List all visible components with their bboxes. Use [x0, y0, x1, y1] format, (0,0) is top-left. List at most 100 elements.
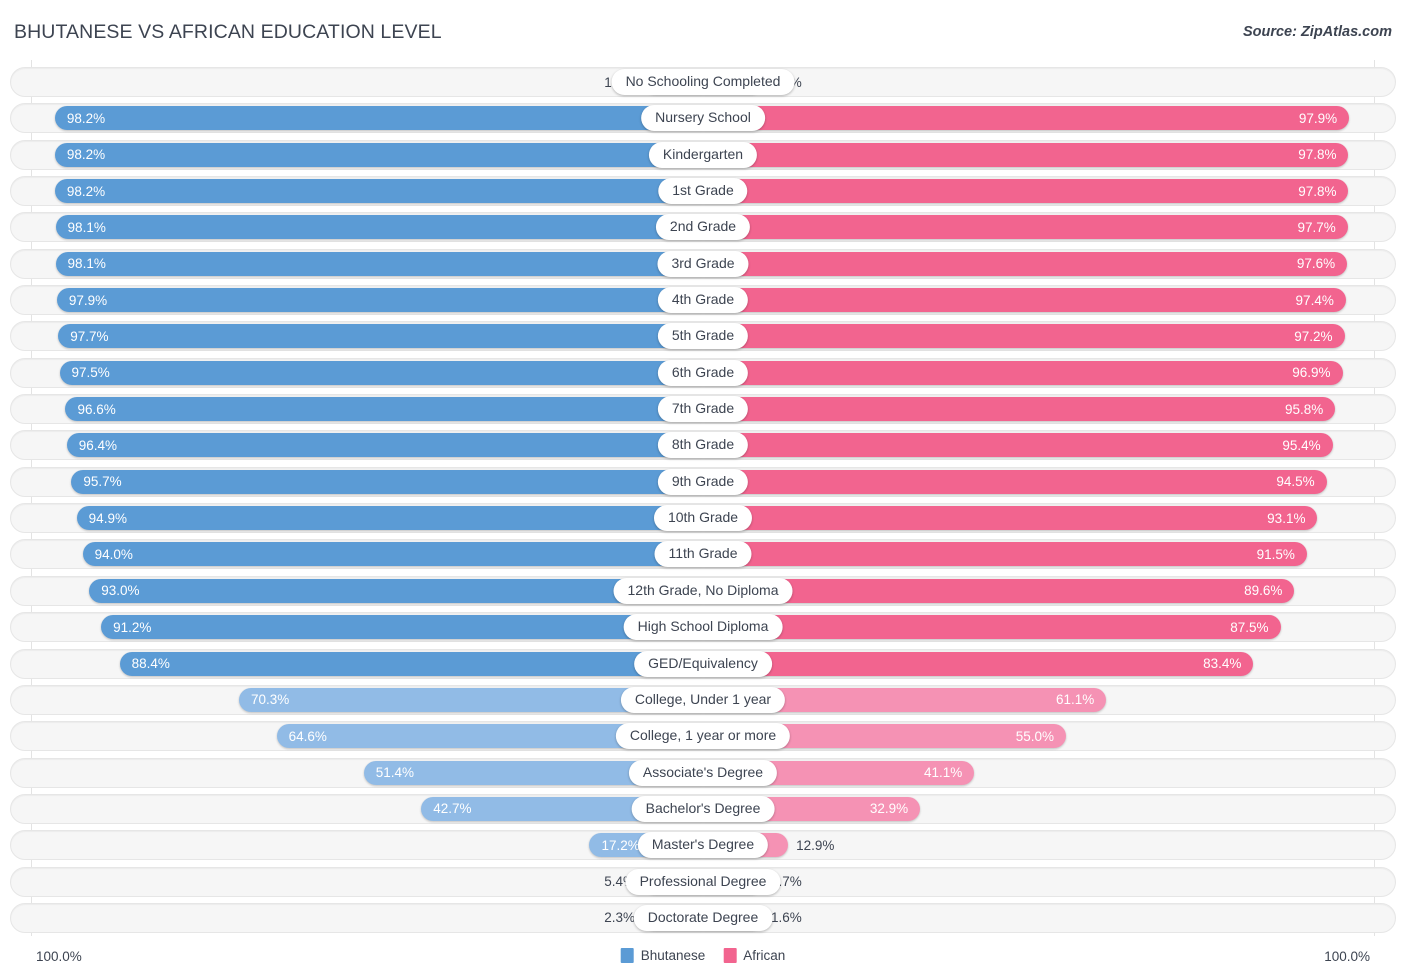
- value-label-bhutanese: 42.7%: [433, 801, 472, 817]
- chart-row: 96.4% 95.4% 8th Grade: [0, 427, 1406, 463]
- value-label-african: 97.6%: [1296, 256, 1336, 272]
- chart-row: 70.3% 61.1% College, Under 1 year: [0, 682, 1406, 718]
- bar-african[interactable]: 87.5%: [703, 615, 1281, 640]
- chart-row: 98.2% 97.9% Nursery School: [0, 100, 1406, 136]
- chart-row: 93.0% 89.6% 12th Grade, No Diploma: [0, 573, 1406, 609]
- bar-bhutanese[interactable]: 98.2%: [54, 106, 703, 131]
- page-title: BHUTANESE VS AFRICAN EDUCATION LEVEL: [14, 21, 442, 43]
- bar-bhutanese[interactable]: 98.2%: [54, 142, 703, 167]
- value-label-african: 87.5%: [1230, 619, 1269, 635]
- bar-african[interactable]: 91.5%: [703, 542, 1307, 567]
- bar-african[interactable]: 97.6%: [703, 251, 1348, 276]
- chart-row: 42.7% 32.9% Bachelor's Degree: [0, 791, 1406, 827]
- bar-bhutanese[interactable]: 98.2%: [54, 179, 703, 204]
- chart-row: 97.7% 97.2% 5th Grade: [0, 318, 1406, 354]
- category-label: Associate's Degree: [628, 759, 778, 786]
- chart-row: 2.3% 1.6% Doctorate Degree: [0, 900, 1406, 936]
- bar-bhutanese[interactable]: 93.0%: [89, 578, 703, 603]
- category-label: 1st Grade: [658, 178, 748, 205]
- value-label-bhutanese: 17.2%: [601, 837, 640, 853]
- bar-african[interactable]: 93.1%: [703, 506, 1318, 531]
- bar-group-african: 87.5%: [703, 615, 1281, 640]
- value-label-african: 41.1%: [923, 765, 963, 781]
- value-label-african: 97.8%: [1298, 183, 1337, 199]
- bar-bhutanese[interactable]: 97.9%: [56, 288, 703, 313]
- chart-footer: 100.0% Bhutanese African 100.0%: [0, 939, 1406, 975]
- bar-group-bhutanese: 97.7%: [58, 324, 703, 349]
- bar-group-bhutanese: 98.1%: [55, 215, 703, 240]
- bar-group-bhutanese: 98.2%: [54, 179, 703, 204]
- value-label-bhutanese: 94.0%: [94, 546, 133, 562]
- bar-bhutanese[interactable]: 97.5%: [59, 360, 703, 385]
- bar-african[interactable]: 97.4%: [703, 288, 1346, 313]
- bar-african[interactable]: 97.8%: [703, 142, 1349, 167]
- chart-row: 95.7% 94.5% 9th Grade: [0, 464, 1406, 500]
- category-label: 4th Grade: [657, 287, 749, 314]
- category-label: College, Under 1 year: [620, 686, 786, 713]
- category-label: 12th Grade, No Diploma: [613, 577, 793, 604]
- bar-group-african: 95.4%: [703, 433, 1333, 458]
- legend-swatch-bhutanese: [620, 948, 634, 963]
- value-label-african: 55.0%: [1015, 728, 1054, 744]
- legend-item[interactable]: African: [723, 948, 785, 963]
- bar-group-bhutanese: 88.4%: [119, 651, 703, 676]
- value-label-african: 61.1%: [1055, 692, 1095, 708]
- bar-bhutanese[interactable]: 97.7%: [58, 324, 703, 349]
- value-label-african: 97.7%: [1297, 219, 1336, 235]
- bar-bhutanese[interactable]: 96.6%: [65, 397, 703, 422]
- bar-african[interactable]: 95.4%: [703, 433, 1333, 458]
- chart-row: 94.0% 91.5% 11th Grade: [0, 536, 1406, 572]
- chart-row: 64.6% 55.0% College, 1 year or more: [0, 718, 1406, 754]
- bar-african[interactable]: 95.8%: [703, 397, 1336, 422]
- category-label: Professional Degree: [625, 868, 781, 895]
- chart-rows: 1.8%2.2%No Schooling Completed 98.2% 97.9%…: [0, 64, 1406, 936]
- bar-african[interactable]: 94.5%: [703, 469, 1327, 494]
- bar-bhutanese[interactable]: 95.7%: [71, 469, 703, 494]
- legend-item[interactable]: Bhutanese: [620, 948, 706, 963]
- value-label-african: 95.4%: [1282, 437, 1321, 453]
- bar-bhutanese[interactable]: 96.4%: [66, 433, 703, 458]
- bar-african[interactable]: 97.7%: [703, 215, 1348, 240]
- value-label-african: 97.2%: [1294, 328, 1333, 344]
- bar-group-african: 97.2%: [703, 324, 1345, 349]
- bar-bhutanese[interactable]: 98.1%: [55, 215, 703, 240]
- chart-row: 98.1% 97.6% 3rd Grade: [0, 246, 1406, 282]
- bar-african[interactable]: 83.4%: [703, 651, 1254, 676]
- bar-african[interactable]: 96.9%: [703, 360, 1343, 385]
- bar-group-african: 96.9%: [703, 360, 1343, 385]
- bar-group-bhutanese: 94.0%: [82, 542, 703, 567]
- chart-row: 98.1% 97.7% 2nd Grade: [0, 209, 1406, 245]
- value-label-bhutanese: 94.9%: [88, 510, 127, 526]
- bar-group-bhutanese: 95.7%: [71, 469, 703, 494]
- chart-row: 51.4% 41.1% Associate's Degree: [0, 755, 1406, 791]
- bar-african[interactable]: 97.9%: [703, 106, 1350, 131]
- chart-row: 98.2% 97.8% 1st Grade: [0, 173, 1406, 209]
- bar-group-african: 97.9%: [703, 106, 1350, 131]
- bar-group-bhutanese: 98.1%: [55, 251, 703, 276]
- legend-label: Bhutanese: [640, 948, 706, 963]
- value-label-bhutanese: 97.5%: [71, 365, 110, 381]
- chart-legend: Bhutanese African: [620, 948, 785, 963]
- bar-bhutanese[interactable]: 98.1%: [55, 251, 703, 276]
- bar-bhutanese[interactable]: 94.0%: [82, 542, 703, 567]
- value-label-african: 83.4%: [1203, 656, 1242, 671]
- chart-row: 97.9% 97.4% 4th Grade: [0, 282, 1406, 318]
- bar-bhutanese[interactable]: 91.2%: [101, 615, 703, 640]
- bar-bhutanese[interactable]: 94.9%: [76, 506, 703, 531]
- category-label: Nursery School: [641, 105, 765, 132]
- bar-group-african: 93.1%: [703, 506, 1318, 531]
- category-label: Doctorate Degree: [633, 904, 773, 931]
- bar-group-african: 97.7%: [703, 215, 1348, 240]
- bar-african[interactable]: 97.8%: [703, 179, 1349, 204]
- axis-label-right: 100.0%: [1324, 949, 1370, 964]
- axis-label-left: 100.0%: [36, 949, 82, 964]
- chart-row: 1.8%2.2%No Schooling Completed: [0, 64, 1406, 100]
- bar-group-african: 97.8%: [703, 179, 1349, 204]
- category-label: GED/Equivalency: [634, 650, 772, 677]
- chart-row: 98.2% 97.8% Kindergarten: [0, 137, 1406, 173]
- bar-african[interactable]: 97.2%: [703, 324, 1345, 349]
- category-label: 3rd Grade: [657, 250, 749, 277]
- value-label-african: 97.8%: [1298, 147, 1337, 163]
- bar-bhutanese[interactable]: 88.4%: [119, 651, 703, 676]
- value-label-bhutanese: 93.0%: [101, 583, 140, 599]
